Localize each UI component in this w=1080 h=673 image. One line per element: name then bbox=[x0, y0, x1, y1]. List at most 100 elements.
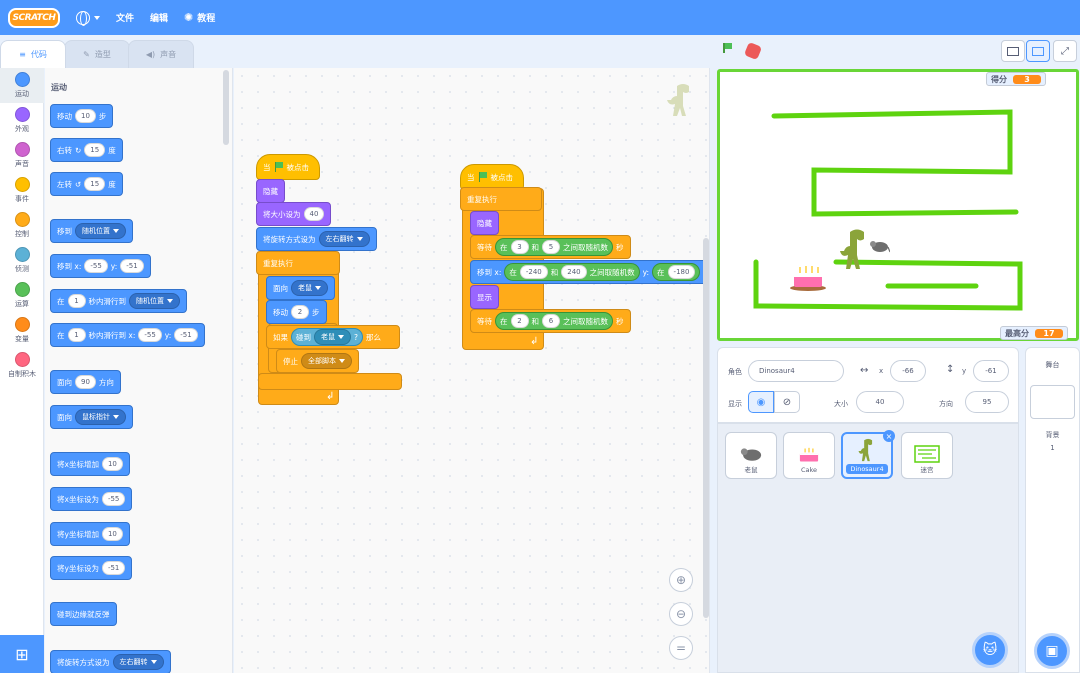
block-random[interactable]: 在 -180 bbox=[652, 263, 701, 281]
category-2[interactable]: 声音 bbox=[0, 138, 44, 173]
block-dropdown[interactable]: 左右翻转 bbox=[318, 231, 370, 247]
block-move[interactable]: 移动 10 步 bbox=[50, 104, 114, 128]
block-glide-xy[interactable]: 在 1 秒内滑行到 x: -55 y: -51 bbox=[50, 323, 205, 347]
block-turn-right[interactable]: 右转 ↻ 15 度 bbox=[50, 138, 123, 162]
block-input[interactable]: -51 bbox=[120, 259, 144, 273]
sprite-thumb-mouse[interactable]: 老鼠 bbox=[725, 432, 777, 479]
fullscreen-button[interactable]: ⤢ bbox=[1053, 40, 1077, 62]
block-input[interactable]: 10 bbox=[101, 457, 123, 471]
tab-sounds[interactable]: ◀) 声音 bbox=[128, 40, 194, 68]
block-dropdown[interactable]: 老鼠 bbox=[291, 280, 328, 296]
block-dropdown[interactable]: 老鼠 bbox=[314, 329, 351, 345]
block-dropdown[interactable]: 鼠标指针 bbox=[75, 409, 126, 425]
zoom-reset-button[interactable]: = bbox=[669, 636, 693, 660]
zoom-out-button[interactable]: ⊖ bbox=[669, 602, 693, 626]
block-point-direction[interactable]: 面向 90 方向 bbox=[50, 370, 121, 394]
score-monitor[interactable]: 得分 3 bbox=[986, 72, 1046, 86]
add-extension-button[interactable]: ⊞ bbox=[0, 635, 44, 673]
x-input[interactable]: -66 bbox=[890, 360, 926, 382]
zoom-in-button[interactable]: ⊕ bbox=[669, 568, 693, 592]
block-input[interactable]: -55 bbox=[101, 492, 126, 506]
category-1[interactable]: 外观 bbox=[0, 103, 44, 138]
sprite-thumb-dinosaur4[interactable]: × Dinosaur4 bbox=[841, 430, 895, 479]
dinosaur-sprite[interactable] bbox=[840, 228, 870, 274]
block-input[interactable]: 10 bbox=[101, 527, 123, 541]
add-backdrop-button[interactable]: ▣ bbox=[1034, 633, 1070, 669]
block-forever[interactable]: 重复执行 bbox=[256, 251, 340, 275]
show-hidden-button[interactable]: ⊘ bbox=[774, 391, 800, 413]
block-dropdown[interactable]: 随机位置 bbox=[129, 293, 180, 309]
block-input[interactable]: 2 bbox=[291, 305, 309, 319]
cake-sprite[interactable] bbox=[788, 262, 828, 292]
block-input[interactable]: 10 bbox=[75, 109, 96, 123]
block-bounce[interactable]: 碰到边缘就反弹 bbox=[50, 602, 117, 626]
block-goto-xy[interactable]: 移到 x: -55 y: -51 bbox=[50, 254, 151, 278]
block-when-flag-clicked[interactable]: 当 被点击 bbox=[256, 154, 320, 180]
sprite-name-input[interactable]: Dinosaur4 bbox=[748, 360, 844, 382]
file-menu[interactable]: 文件 bbox=[116, 11, 134, 24]
block-input[interactable]: 40 bbox=[303, 207, 325, 221]
direction-input[interactable]: 95 bbox=[965, 391, 1009, 413]
close-icon[interactable]: × bbox=[883, 430, 895, 442]
block-input[interactable]: 1 bbox=[67, 328, 86, 342]
block-wait[interactable]: 等待在 2 和 6 之间取随机数秒 bbox=[470, 309, 631, 333]
stage-panel[interactable]: 舞台 背景 1 ▣ bbox=[1025, 347, 1080, 673]
normal-stage-button[interactable] bbox=[1026, 40, 1050, 62]
block-input[interactable]: 5 bbox=[542, 240, 560, 254]
block-input[interactable]: 6 bbox=[542, 314, 560, 328]
block-input[interactable]: 15 bbox=[84, 177, 106, 191]
block-dropdown[interactable]: 随机位置 bbox=[75, 223, 126, 239]
edit-menu[interactable]: 编辑 bbox=[150, 11, 168, 24]
stage-canvas[interactable]: 得分 3 最高分 17 bbox=[717, 69, 1079, 341]
block-goto[interactable]: 移到 随机位置 bbox=[50, 219, 133, 243]
category-3[interactable]: 事件 bbox=[0, 173, 44, 208]
block-stop[interactable]: 停止 全部脚本 bbox=[276, 349, 359, 373]
block-point-towards[interactable]: 面向 鼠标指针 bbox=[50, 405, 133, 429]
block-forever[interactable]: 重复执行 bbox=[460, 187, 542, 211]
block-set-x[interactable]: 将x坐标设为 -55 bbox=[50, 487, 133, 511]
block-set-y[interactable]: 将y坐标设为 -51 bbox=[50, 556, 133, 580]
block-random[interactable]: 在 2 和 6 之间取随机数 bbox=[495, 312, 613, 330]
block-input[interactable]: 90 bbox=[75, 375, 96, 389]
block-input[interactable]: -55 bbox=[138, 328, 162, 342]
block-dropdown[interactable]: 左右翻转 bbox=[112, 654, 164, 670]
block-input[interactable]: 2 bbox=[510, 314, 529, 328]
block-input[interactable]: -240 bbox=[519, 265, 548, 279]
small-stage-button[interactable] bbox=[1001, 40, 1025, 62]
backdrop-thumbnail[interactable] bbox=[1030, 385, 1075, 419]
block-wait[interactable]: 等待在 3 和 5 之间取随机数秒 bbox=[470, 235, 631, 259]
block-glide[interactable]: 在 1 秒内滑行到 随机位置 bbox=[50, 289, 187, 313]
block-turn-left[interactable]: 左转 ↺ 15 度 bbox=[50, 172, 123, 196]
sprite-thumb-cake[interactable]: Cake bbox=[783, 432, 835, 479]
category-5[interactable]: 侦测 bbox=[0, 243, 44, 278]
block-rotation-style[interactable]: 将旋转方式设为 左右翻转 bbox=[50, 650, 171, 673]
block-hide[interactable]: 隐藏 bbox=[470, 211, 499, 235]
block-change-y[interactable]: 将y坐标增加 10 bbox=[50, 522, 130, 546]
tab-costumes[interactable]: ✎ 造型 bbox=[64, 40, 130, 68]
block-move[interactable]: 移动 2 步 bbox=[266, 300, 327, 324]
block-input[interactable]: -55 bbox=[84, 259, 108, 273]
palette-scrollbar[interactable] bbox=[223, 70, 229, 145]
stop-button[interactable] bbox=[743, 41, 763, 61]
block-change-x[interactable]: 将x坐标增加 10 bbox=[50, 452, 130, 476]
block-input[interactable]: -51 bbox=[174, 328, 198, 342]
block-show[interactable]: 显示 bbox=[470, 285, 499, 309]
block-dropdown[interactable]: 全部脚本 bbox=[301, 353, 352, 369]
script-area[interactable]: 当被点击 隐藏 将大小设为 40 将旋转方式设为 左右翻转 重复执行 面向 老鼠 移动… bbox=[234, 68, 710, 673]
block-input[interactable]: 240 bbox=[561, 265, 587, 279]
scratch-logo[interactable]: SCRATCH bbox=[8, 7, 60, 28]
block-set-rotation-style[interactable]: 将旋转方式设为 左右翻转 bbox=[256, 227, 377, 251]
tab-code[interactable]: ≡ 代码 bbox=[0, 40, 66, 68]
block-goto-xy[interactable]: 移到 x: 在 -240 和 240 之间取随机数 y: 在 -180 bbox=[470, 260, 709, 284]
category-7[interactable]: 变量 bbox=[0, 313, 44, 348]
size-input[interactable]: 40 bbox=[856, 391, 904, 413]
block-input[interactable]: -51 bbox=[101, 561, 126, 575]
block-point-towards[interactable]: 面向 老鼠 bbox=[266, 276, 335, 300]
tutorials-menu[interactable]: ✺ 教程 bbox=[184, 11, 215, 24]
block-if[interactable]: 如果 碰到 老鼠? 那么 bbox=[266, 325, 400, 349]
language-menu[interactable] bbox=[76, 10, 100, 26]
green-flag-button[interactable] bbox=[722, 43, 738, 59]
block-hide[interactable]: 隐藏 bbox=[256, 179, 285, 203]
block-touching[interactable]: 碰到 老鼠? bbox=[291, 328, 363, 346]
block-set-size[interactable]: 将大小设为 40 bbox=[256, 202, 332, 226]
